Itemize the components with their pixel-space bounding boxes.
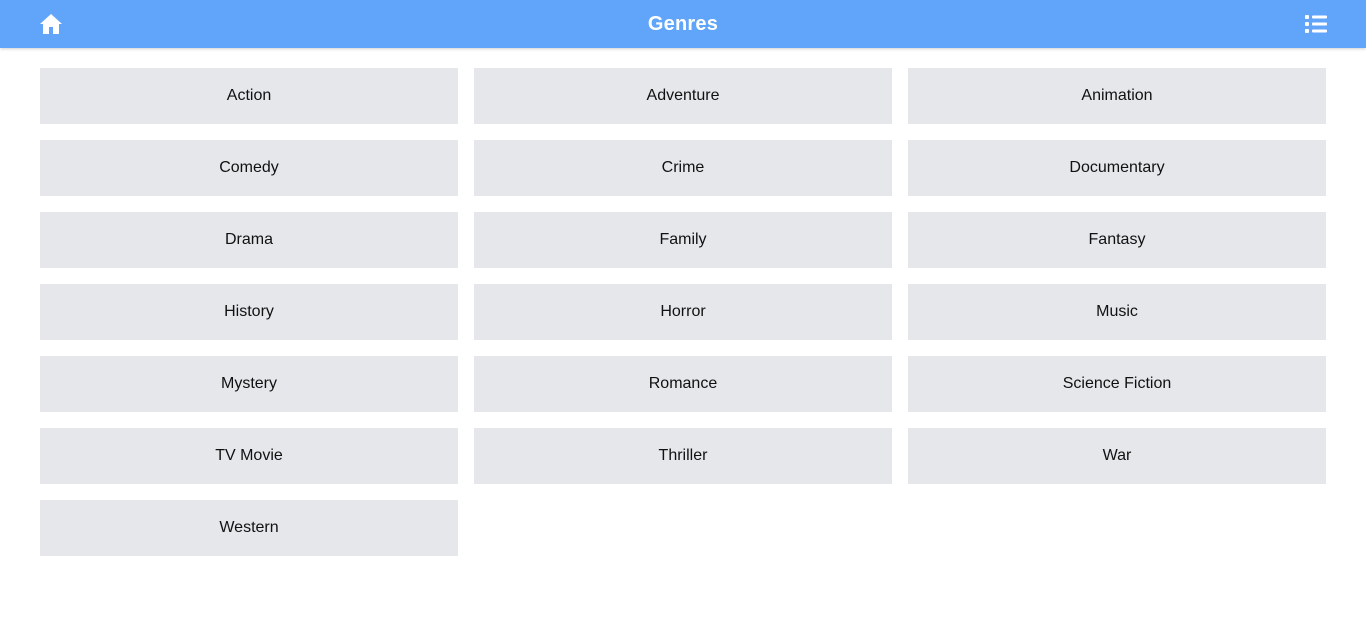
genre-button-science-fiction[interactable]: Science Fiction [908, 356, 1326, 412]
genre-button-documentary[interactable]: Documentary [908, 140, 1326, 196]
genre-label: Drama [224, 231, 273, 248]
genre-button-family[interactable]: Family [474, 212, 892, 268]
genre-button-thriller[interactable]: Thriller [474, 428, 892, 484]
genre-button-crime[interactable]: Crime [474, 140, 892, 196]
genre-button-history[interactable]: History [40, 284, 458, 340]
genre-label: Music [1096, 303, 1138, 320]
genre-label: Thriller [658, 447, 708, 464]
home-icon [40, 14, 62, 34]
genre-label: Horror [660, 303, 706, 320]
genre-label: Mystery [221, 375, 277, 392]
genre-button-tv-movie[interactable]: TV Movie [40, 428, 458, 484]
app-header: Genres [0, 0, 1366, 48]
genre-button-war[interactable]: War [908, 428, 1326, 484]
genre-button-music[interactable]: Music [908, 284, 1326, 340]
genre-button-horror[interactable]: Horror [474, 284, 892, 340]
genre-button-animation[interactable]: Animation [908, 68, 1326, 124]
genre-label: War [1102, 447, 1132, 464]
page-title: Genres [647, 12, 719, 35]
genre-label: Science Fiction [1062, 375, 1172, 392]
list-view-button[interactable] [1292, 0, 1340, 48]
list-icon [1305, 15, 1327, 33]
genre-label: Animation [1081, 87, 1153, 104]
genre-button-adventure[interactable]: Adventure [474, 68, 892, 124]
genre-button-action[interactable]: Action [40, 68, 458, 124]
home-button[interactable] [27, 0, 75, 48]
genre-label: Family [659, 231, 707, 248]
genre-button-romance[interactable]: Romance [474, 356, 892, 412]
genre-button-fantasy[interactable]: Fantasy [908, 212, 1326, 268]
genre-label: Romance [648, 375, 718, 392]
genre-label: Adventure [646, 87, 720, 104]
genre-button-comedy[interactable]: Comedy [40, 140, 458, 196]
genre-label: Crime [661, 159, 705, 176]
genre-label: Comedy [219, 159, 279, 176]
genre-label: Action [226, 87, 272, 104]
genre-label: History [224, 303, 274, 320]
genre-label: Documentary [1069, 159, 1165, 176]
genre-button-drama[interactable]: Drama [40, 212, 458, 268]
genre-label: TV Movie [215, 447, 283, 464]
genre-button-mystery[interactable]: Mystery [40, 356, 458, 412]
genre-grid: Action Adventure Animation Comedy Crime … [40, 68, 1326, 556]
genre-label: Fantasy [1088, 231, 1146, 248]
genre-label: Western [219, 519, 279, 536]
genre-button-western[interactable]: Western [40, 500, 458, 556]
